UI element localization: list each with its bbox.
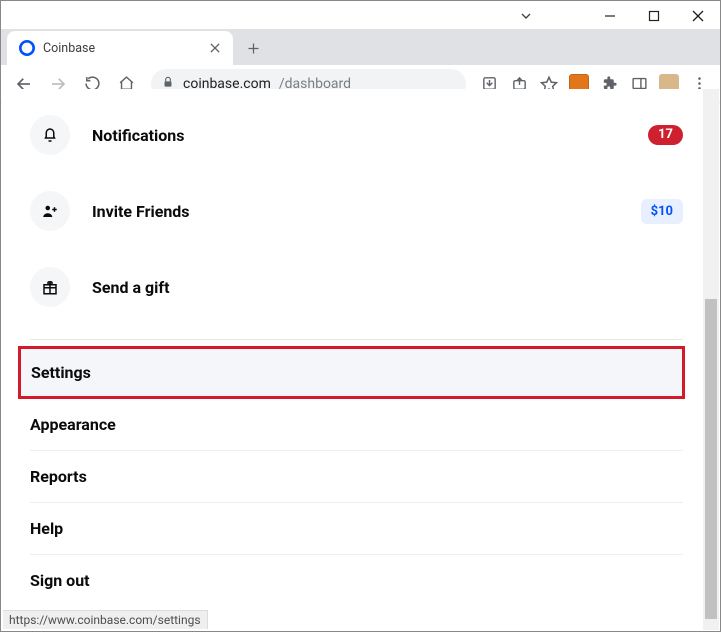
maximize-button[interactable] <box>632 2 676 30</box>
invite-reward-badge: $10 <box>641 199 683 224</box>
notifications-label: Notifications <box>92 126 648 145</box>
close-window-button[interactable] <box>676 2 720 30</box>
browser-tab[interactable]: Coinbase <box>7 31 233 65</box>
status-bar: https://www.coinbase.com/settings <box>3 610 208 629</box>
scrollbar-thumb[interactable] <box>705 299 717 619</box>
scrollbar-track[interactable] <box>703 89 719 630</box>
invite-label: Invite Friends <box>92 202 641 221</box>
tab-title: Coinbase <box>43 41 199 56</box>
menu-reports[interactable]: Reports <box>30 451 683 503</box>
notifications-row[interactable]: Notifications 17 <box>30 97 683 173</box>
send-gift-row[interactable]: Send a gift <box>30 249 683 325</box>
page-viewport: Notifications 17 Invite Friends $10 Send… <box>2 89 719 630</box>
invite-friends-row[interactable]: Invite Friends $10 <box>30 173 683 249</box>
minimize-button[interactable] <box>588 2 632 30</box>
menu-help[interactable]: Help <box>30 503 683 555</box>
bell-icon <box>30 115 70 155</box>
close-tab-icon[interactable] <box>207 40 223 56</box>
new-tab-button[interactable] <box>239 34 267 62</box>
menu-settings[interactable]: Settings <box>18 346 685 399</box>
invite-icon <box>30 191 70 231</box>
menu-signout[interactable]: Sign out <box>30 555 683 606</box>
notification-count-badge: 17 <box>648 125 683 145</box>
tab-search-icon[interactable] <box>504 2 548 30</box>
tab-strip: Coinbase <box>1 29 720 65</box>
section-divider <box>30 339 683 340</box>
menu-appearance[interactable]: Appearance <box>30 399 683 451</box>
gift-icon <box>30 267 70 307</box>
gift-label: Send a gift <box>92 278 683 297</box>
coinbase-favicon <box>19 40 35 56</box>
settings-menu: Settings Appearance Reports Help Sign ou… <box>30 346 683 606</box>
